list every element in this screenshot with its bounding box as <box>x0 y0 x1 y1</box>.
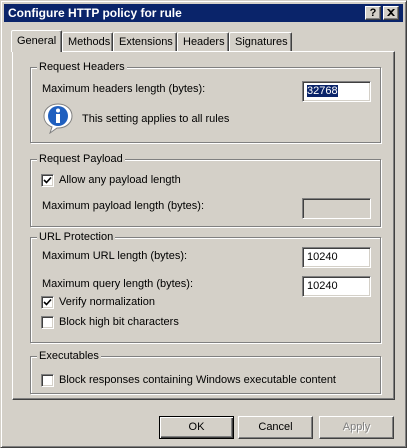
info-text: This setting applies to all rules <box>82 113 230 125</box>
help-button[interactable]: ? <box>365 6 381 20</box>
checkmark-icon <box>43 298 52 306</box>
max-url-label: Maximum URL length (bytes): <box>42 250 188 262</box>
max-headers-input[interactable]: 32768 <box>302 81 371 102</box>
verify-normalization-label[interactable]: Verify normalization <box>59 295 155 309</box>
max-query-label: Maximum query length (bytes): <box>42 278 193 290</box>
block-high-bit-checkbox[interactable] <box>41 316 54 329</box>
tab-extensions-label: Extensions <box>119 36 173 48</box>
allow-any-payload-label[interactable]: Allow any payload length <box>59 173 181 187</box>
verify-normalization-checkbox[interactable] <box>41 296 54 309</box>
max-query-value: 10240 <box>307 280 338 292</box>
tab-methods[interactable]: Methods <box>62 32 113 51</box>
tab-signatures[interactable]: Signatures <box>229 32 292 51</box>
title-bar[interactable]: Configure HTTP policy for rule ? <box>4 4 403 22</box>
block-executables-label[interactable]: Block responses containing Windows execu… <box>59 373 336 387</box>
max-url-input[interactable]: 10240 <box>302 247 371 268</box>
tab-signatures-label: Signatures <box>235 36 288 48</box>
max-query-input[interactable]: 10240 <box>302 276 371 297</box>
tab-general-label: General <box>17 35 57 47</box>
max-payload-label: Maximum payload length (bytes): <box>42 200 205 212</box>
max-headers-label: Maximum headers length (bytes): <box>42 83 206 95</box>
max-payload-input[interactable] <box>302 198 371 219</box>
tab-general[interactable]: General <box>11 30 62 52</box>
tab-extensions[interactable]: Extensions <box>113 32 177 51</box>
tab-headers-label: Headers <box>183 36 225 48</box>
dialog-window: Configure HTTP policy for rule ? General… <box>0 0 407 448</box>
url-protection-group-label: URL Protection <box>37 230 116 244</box>
max-url-value: 10240 <box>307 251 338 263</box>
cancel-button[interactable]: Cancel <box>238 416 313 439</box>
info-icon <box>43 103 73 134</box>
tab-headers[interactable]: Headers <box>177 32 229 51</box>
close-icon <box>387 9 395 16</box>
checkmark-icon <box>43 176 52 184</box>
allow-any-payload-checkbox[interactable] <box>41 174 54 187</box>
request-headers-group: Request Headers <box>30 60 381 143</box>
max-headers-value: 32768 <box>307 85 338 97</box>
executables-group-label: Executables <box>37 349 101 363</box>
block-executables-checkbox[interactable] <box>41 374 54 387</box>
request-payload-group-label: Request Payload <box>37 152 125 166</box>
block-high-bit-label[interactable]: Block high bit characters <box>59 315 179 329</box>
close-button[interactable] <box>383 6 399 20</box>
ok-button[interactable]: OK <box>159 416 234 439</box>
apply-button[interactable]: Apply <box>319 416 394 439</box>
tab-methods-label: Methods <box>68 36 111 48</box>
request-headers-group-label: Request Headers <box>37 60 127 74</box>
window-title: Configure HTTP policy for rule <box>8 6 182 20</box>
